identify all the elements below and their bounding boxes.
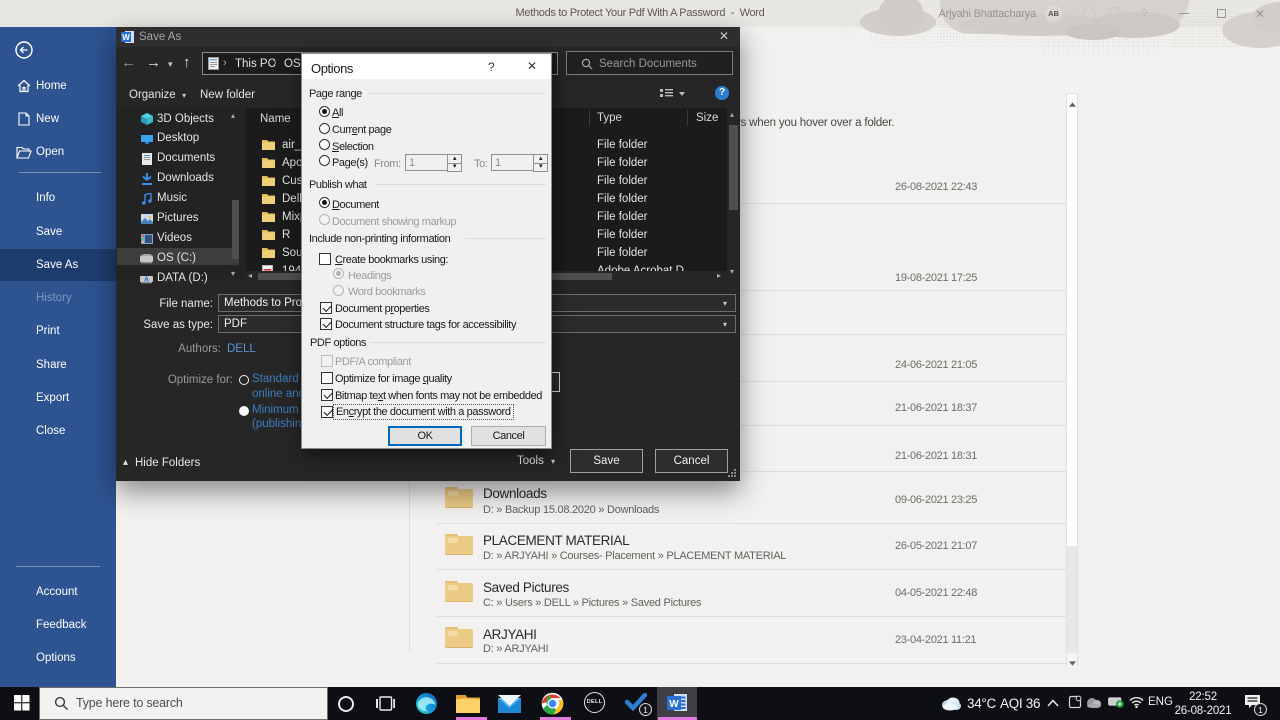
- svg-text:W: W: [122, 33, 130, 42]
- svg-text:W: W: [669, 699, 679, 710]
- svg-text:A: A: [144, 277, 149, 284]
